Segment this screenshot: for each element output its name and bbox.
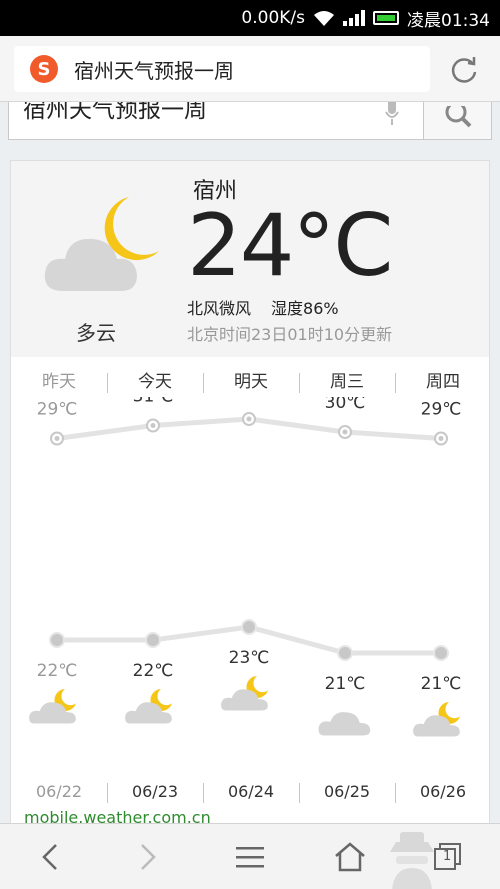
low-temp-point: [145, 632, 161, 648]
home-icon: [335, 842, 365, 872]
moon-cloud-icon: [125, 689, 172, 724]
search-box: 宿州天气预报一周: [8, 102, 492, 140]
signal-icon: [343, 10, 365, 26]
temperature-trend-chart: 29℃ 31℃ 32℃ 30℃ 29℃ 22℃ 22℃ 23℃ 21℃ 21℃: [29, 397, 462, 737]
low-temp-point: [49, 632, 65, 648]
chevron-left-icon: [42, 844, 57, 870]
search-button[interactable]: [423, 102, 491, 139]
menu-button[interactable]: [230, 837, 270, 877]
update-time: 北京时间23日01时10分更新: [187, 325, 393, 344]
high-temp-label: 29℃: [421, 400, 462, 420]
date-label: 06/26: [395, 777, 489, 807]
forward-button[interactable]: [128, 837, 168, 877]
wind-humidity: 北风微风 湿度86%: [187, 295, 339, 319]
current-temperature: 24°C: [187, 196, 393, 296]
moon-cloud-icon: [221, 676, 268, 711]
high-temp-label: 31℃: [133, 397, 174, 407]
day-label: 明天: [203, 367, 299, 397]
low-temp-label: 23℃: [229, 648, 270, 668]
status-bar: 0.00K/s 凌晨01:34: [0, 0, 500, 36]
sogou-logo-icon: S: [30, 55, 58, 83]
date-label: 06/23: [107, 777, 203, 807]
refresh-icon[interactable]: [446, 52, 482, 88]
forecast-day-row: 昨天 今天 明天 周三 周四: [11, 367, 489, 397]
low-temp-label: 22℃: [133, 661, 174, 681]
high-temp-point-dot: [150, 423, 156, 428]
high-temp-label: 29℃: [37, 400, 78, 420]
low-temp-point: [241, 619, 257, 635]
menu-icon: [236, 847, 264, 868]
low-temp-label: 21℃: [325, 674, 366, 694]
back-button[interactable]: [30, 837, 70, 877]
low-temp-label: 22℃: [37, 661, 78, 681]
date-label: 06/24: [203, 777, 299, 807]
battery-icon: [373, 11, 399, 25]
wifi-icon: [314, 11, 334, 26]
high-temp-point-dot: [438, 436, 444, 441]
date-label: 06/25: [299, 777, 395, 807]
clock: 凌晨01:34: [407, 10, 490, 31]
microphone-icon[interactable]: [385, 102, 399, 128]
tab-count: 1: [443, 849, 452, 864]
wind: 北风微风: [187, 299, 252, 318]
cloud-moon-icon: [44, 197, 159, 291]
chevron-right-icon: [141, 844, 156, 870]
forecast-date-row: 06/22 06/23 06/24 06/25 06/26: [11, 777, 489, 807]
search-icon: [445, 106, 471, 128]
day-label: 周三: [299, 367, 395, 397]
moon-cloud-icon: [29, 689, 76, 724]
humidity: 湿度86%: [271, 299, 339, 318]
browser-toolbar: 1: [0, 823, 500, 889]
source-link[interactable]: mobile.weather.com.cn: [24, 808, 211, 824]
search-input[interactable]: 宿州天气预报一周: [23, 102, 207, 124]
day-label: 昨天: [42, 372, 76, 392]
high-temp-point-dot: [246, 416, 252, 422]
address-field[interactable]: S 宿州天气预报一周: [14, 46, 430, 92]
day-label: 周四: [395, 367, 489, 397]
network-speed: 0.00K/s: [241, 8, 305, 28]
low-temp-label: 21℃: [421, 674, 462, 694]
address-text: 宿州天气预报一周: [74, 58, 234, 83]
browser-address-bar: S 宿州天气预报一周: [0, 36, 500, 102]
date-label: 06/22: [35, 782, 83, 801]
low-temp-point: [433, 645, 449, 661]
home-button[interactable]: [330, 837, 370, 877]
weather-card: 多云 宿州 24°C 北风微风 湿度86% 北京时间23日01时10分更新 昨天…: [10, 160, 490, 840]
low-temp-point: [337, 645, 353, 661]
moon-cloud-icon: [413, 702, 460, 737]
current-condition: 多云: [76, 321, 116, 345]
day-label: 今天: [107, 367, 203, 397]
high-temp-label: 32℃: [229, 397, 270, 400]
high-temp-point-dot: [54, 436, 60, 441]
cloud-icon: [318, 712, 371, 736]
high-temp-point-dot: [342, 429, 348, 435]
high-temp-label: 30℃: [325, 397, 366, 413]
tabs-button[interactable]: 1: [428, 837, 468, 877]
current-weather: 多云 宿州 24°C 北风微风 湿度86% 北京时间23日01时10分更新: [11, 161, 489, 357]
